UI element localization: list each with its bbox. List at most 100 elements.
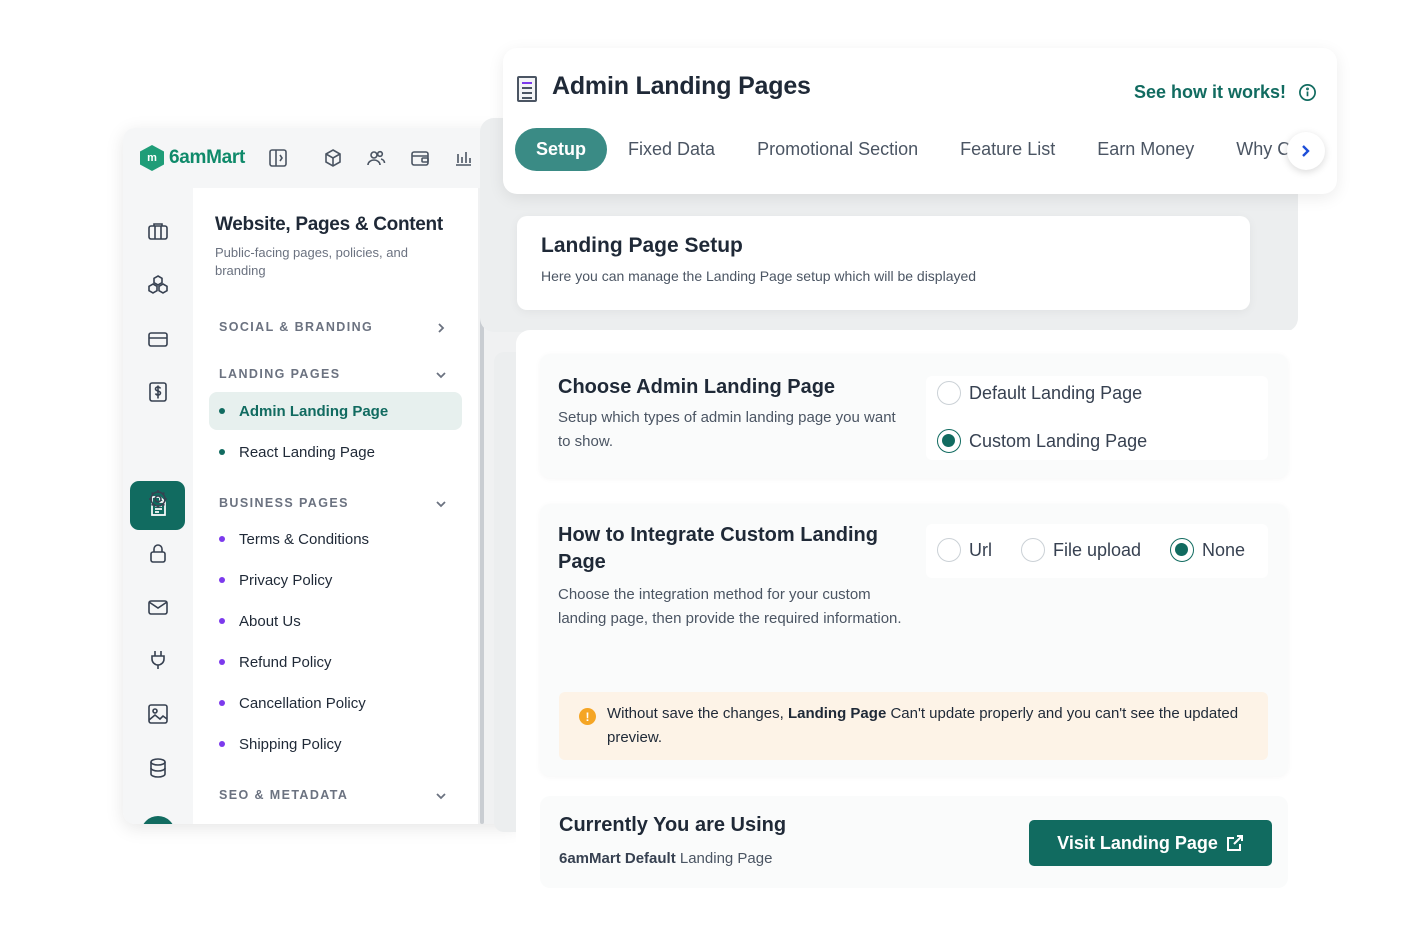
info-icon [1299,84,1317,101]
bullet-dot [219,618,225,624]
chevron-down-icon[interactable] [435,789,449,803]
menu-item-refund[interactable]: Refund Policy [209,643,462,681]
logo-mark-icon: m [140,145,164,171]
integrate-title: How to Integrate Custom Landing Page [558,524,878,573]
choose-desc: Setup which types of admin landing page … [558,409,896,450]
section-business-pages[interactable]: BUSINESS PAGES [219,496,349,510]
menu-item-privacy[interactable]: Privacy Policy [209,561,462,599]
users-icon[interactable] [365,147,387,169]
tab-fixed-data[interactable]: Fixed Data [628,139,715,160]
chevron-down-icon[interactable] [435,497,449,511]
icon-rail [123,188,193,824]
chevron-right-icon [1302,145,1310,157]
current-landing-card: Currently You are Using 6amMart Default … [540,796,1288,888]
radio-none[interactable]: None [1170,538,1245,562]
warning-bold: Landing Page [787,705,887,722]
choose-title: Choose Admin Landing Page [558,376,836,398]
menu-item-label: React Landing Page [239,443,375,461]
landing-page-icon [517,76,537,102]
see-how-link[interactable]: See how it works! [1134,82,1317,103]
radio-circle [1170,538,1194,562]
image-icon[interactable] [143,699,173,729]
admin-panel: m 6amMart Website, Pages & Content Publi… [123,128,523,824]
integrate-desc: Choose the integration method for your c… [558,586,902,627]
radio-file-upload[interactable]: File upload [1021,538,1141,562]
menu-item-label: Terms & Conditions [239,530,370,548]
radio-url[interactable]: Url [937,538,992,562]
tab-promotional-section[interactable]: Promotional Section [757,139,918,160]
radio-label: Custom Landing Page [969,430,1148,451]
menu-item-label: About Us [239,612,301,630]
section-seo-metadata[interactable]: SEO & METADATA [219,788,348,802]
plug-icon[interactable] [143,645,173,675]
tab-setup[interactable]: Setup [515,127,608,171]
setup-title: Landing Page Setup [541,234,743,257]
admin-topbar: m 6amMart [123,128,523,188]
menu-item-shipping[interactable]: Shipping Policy [209,725,462,763]
menu-title: Website, Pages & Content [215,214,443,235]
setup-subtitle: Here you can manage the Landing Page set… [541,268,977,284]
wallet-icon[interactable] [409,147,431,169]
radio-label: None [1202,539,1246,560]
tab-feature-list[interactable]: Feature List [960,139,1055,160]
mail-icon[interactable] [143,592,173,622]
modules-icon[interactable] [143,270,173,300]
settings-icon[interactable] [143,484,173,514]
bullet-dot [219,659,225,665]
radio-label: Url [969,539,992,560]
menu-item-cancellation[interactable]: Cancellation Policy [209,684,462,722]
menu-item-terms[interactable]: Terms & Conditions [209,520,462,558]
sidebar-toggle-icon[interactable] [267,147,289,169]
menu-item-label: Admin Landing Page [239,402,389,420]
box-icon[interactable] [322,147,344,169]
page-title: Admin Landing Pages [552,72,811,100]
menu-item-about[interactable]: About Us [209,602,462,640]
logo-text: 6amMart [169,147,246,168]
using-brand: 6amMart Default [559,850,676,867]
bullet-dot [219,700,225,706]
radio-custom-landing[interactable]: Custom Landing Page [937,429,1147,453]
page-header-card: Admin Landing Pages See how it works! Se… [503,48,1337,194]
menu-item-label: Refund Policy [239,653,332,671]
menu-subtitle: Public-facing pages, policies, and brand… [215,245,408,278]
menu-item-label: Cancellation Policy [239,694,366,712]
radio-default-landing[interactable]: Default Landing Page [937,381,1142,405]
chevron-down-icon[interactable] [435,368,449,382]
external-link-icon [1226,835,1243,851]
briefcase-icon[interactable] [143,216,173,246]
warning-text: Without save the changes, Landing Page C… [607,702,1247,750]
card-icon[interactable] [143,324,173,354]
radio-circle [1021,538,1045,562]
avatar[interactable] [141,816,175,824]
radio-label: File upload [1053,539,1142,560]
using-subtitle: 6amMart Default Landing Page [559,850,772,867]
menu-item-label: Privacy Policy [239,571,333,589]
dollar-file-icon[interactable] [143,377,173,407]
menu-item-admin-landing-page[interactable]: Admin Landing Page [209,392,462,430]
bullet-dot [219,408,225,414]
radio-circle [937,429,961,453]
section-landing-pages[interactable]: LANDING PAGES [219,367,340,381]
integrate-options: Url File upload None [926,524,1268,578]
menu-item-react-landing-page[interactable]: React Landing Page [209,433,462,471]
visit-landing-page-button[interactable]: Visit Landing Page [1029,820,1272,866]
tab-earn-money[interactable]: Earn Money [1097,139,1194,160]
lock-icon[interactable] [143,538,173,568]
section-social-branding[interactable]: SOCIAL & BRANDING [219,320,373,334]
tab-bar: Setup Fixed Data Promotional Section Fea… [515,127,1332,171]
warning-alert: ! Without save the changes, Landing Page… [559,692,1268,760]
menu-item-label: Shipping Policy [239,735,342,753]
bullet-dot [219,741,225,747]
radio-circle [937,538,961,562]
main-form-card: Choose Admin Landing Page Setup which ty… [516,330,1306,920]
using-rest: Landing Page [675,850,773,867]
using-title: Currently You are Using [559,814,787,836]
bullet-dot [219,449,225,455]
brand-logo[interactable]: m 6amMart [140,145,245,171]
choose-options: Default Landing Page Custom Landing Page [926,376,1268,460]
chart-icon[interactable] [452,147,474,169]
see-how-label: See how it works! [1134,82,1287,102]
database-icon[interactable] [143,753,173,783]
tab-next-button[interactable] [1287,132,1325,170]
chevron-right-icon[interactable] [435,321,449,335]
